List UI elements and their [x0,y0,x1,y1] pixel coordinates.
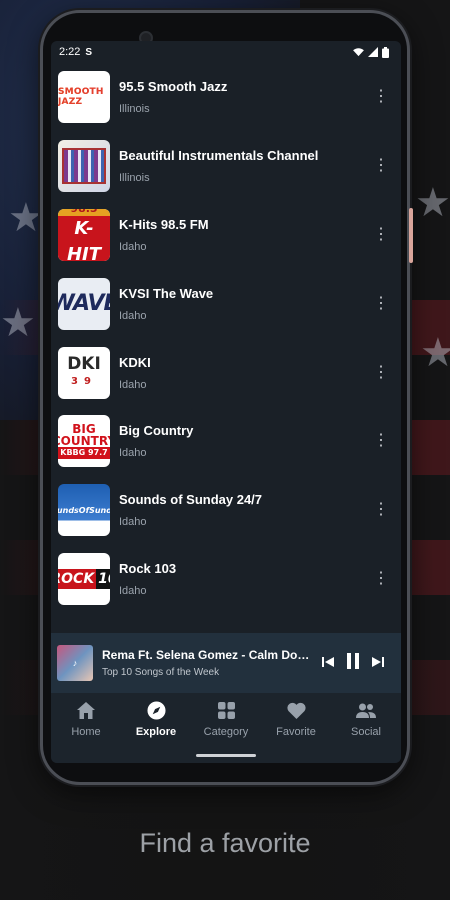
heart-icon [285,699,307,721]
station-row[interactable]: 98.5K-HIT K-Hits 98.5 FM Idaho ⋮ [51,201,401,270]
more-options-icon[interactable]: ⋮ [373,226,389,243]
station-logo: ROCK10 [58,552,110,605]
compass-icon [145,699,167,721]
gesture-home-bar[interactable] [196,754,256,757]
station-location: Idaho [119,447,147,460]
station-name: Beautiful Instrumentals Channel [119,148,319,164]
grid-icon [215,699,237,721]
station-row[interactable]: SoundsOfSunday Sounds of Sunday 24/7 Idah… [51,476,401,545]
battery-icon [382,46,389,58]
station-name: 95.5 Smooth Jazz [119,79,228,95]
more-options-icon[interactable]: ⋮ [373,364,389,381]
station-location: Idaho [119,516,147,529]
app-screen: 2:22 S SMOOTH JAZZ 95.5 Smooth Jazz Illin… [51,41,401,763]
nav-social[interactable]: Social [331,699,401,763]
station-name: Rock 103 [119,560,177,576]
station-row[interactable]: Beautiful Instrumentals Channel Illinois … [51,132,401,201]
station-logo: WAVE [58,277,110,330]
station-logo [58,140,110,193]
station-logo: SMOOTH JAZZ [58,71,110,124]
station-location: Idaho [119,240,147,253]
more-options-icon[interactable]: ⋮ [373,158,389,174]
status-bar: 2:22 S [51,41,401,63]
wifi-icon [353,47,364,56]
station-name: K-Hits 98.5 FM [119,216,209,232]
bottom-navigation: Home Explore Category Favorite Social [51,693,401,763]
station-row[interactable]: BIGCOUNTRYKBBG 97.7 Big Country Idaho ⋮ [51,407,401,476]
people-icon [355,699,377,721]
station-row[interactable]: DKI 39 KDKI Idaho ⋮ [51,338,401,407]
now-playing-title: Rema Ft. Selena Gomez - Calm Down [102,648,314,662]
station-location: Idaho [119,309,147,322]
station-location: Idaho [119,378,147,391]
station-name: KVSI The Wave [119,285,214,301]
station-name: Sounds of Sunday 24/7 [119,492,263,508]
phone-side-button [409,208,413,263]
station-row[interactable]: ROCK10 Rock 103 Idaho ⋮ [51,545,401,614]
station-name: KDKI [119,354,151,370]
promo-caption: Find a favorite [139,828,311,858]
status-time: 2:22 [59,46,81,58]
station-location: Illinois [119,103,150,116]
now-playing-subtitle: Top 10 Songs of the Week [102,667,220,678]
nav-home[interactable]: Home [51,699,121,763]
station-row[interactable]: SMOOTH JAZZ 95.5 Smooth Jazz Illinois ⋮ [51,63,401,132]
station-location: Idaho [119,584,147,597]
pause-icon[interactable] [346,652,360,674]
skip-previous-icon[interactable] [322,655,334,671]
more-options-icon[interactable]: ⋮ [373,433,389,449]
station-location: Illinois [119,172,150,185]
more-options-icon[interactable]: ⋮ [373,89,389,105]
station-name: Big Country [119,423,194,439]
more-options-icon[interactable]: ⋮ [373,295,389,312]
signal-icon [368,47,378,57]
app-notification-icon: S [85,46,93,58]
more-options-icon[interactable]: ⋮ [373,502,389,518]
station-logo: BIGCOUNTRYKBBG 97.7 [58,415,110,468]
station-row[interactable]: WAVE KVSI The Wave Idaho ⋮ [51,269,401,338]
phone-frame: 2:22 S SMOOTH JAZZ 95.5 Smooth Jazz Illin… [40,10,413,785]
station-logo: DKI 39 [58,346,110,399]
skip-next-icon[interactable] [372,655,384,671]
album-art: ♪ [57,645,93,681]
mini-player[interactable]: ♪ Rema Ft. Selena Gomez - Calm Down Top … [51,633,401,693]
more-options-icon[interactable]: ⋮ [373,570,389,587]
station-logo: 98.5K-HIT [58,208,110,261]
station-logo: SoundsOfSunday [58,484,110,537]
nav-favorite[interactable]: Favorite [261,699,331,763]
station-list: SMOOTH JAZZ 95.5 Smooth Jazz Illinois ⋮ B… [51,63,401,613]
nav-explore[interactable]: Explore [121,699,191,763]
home-icon [75,699,97,721]
